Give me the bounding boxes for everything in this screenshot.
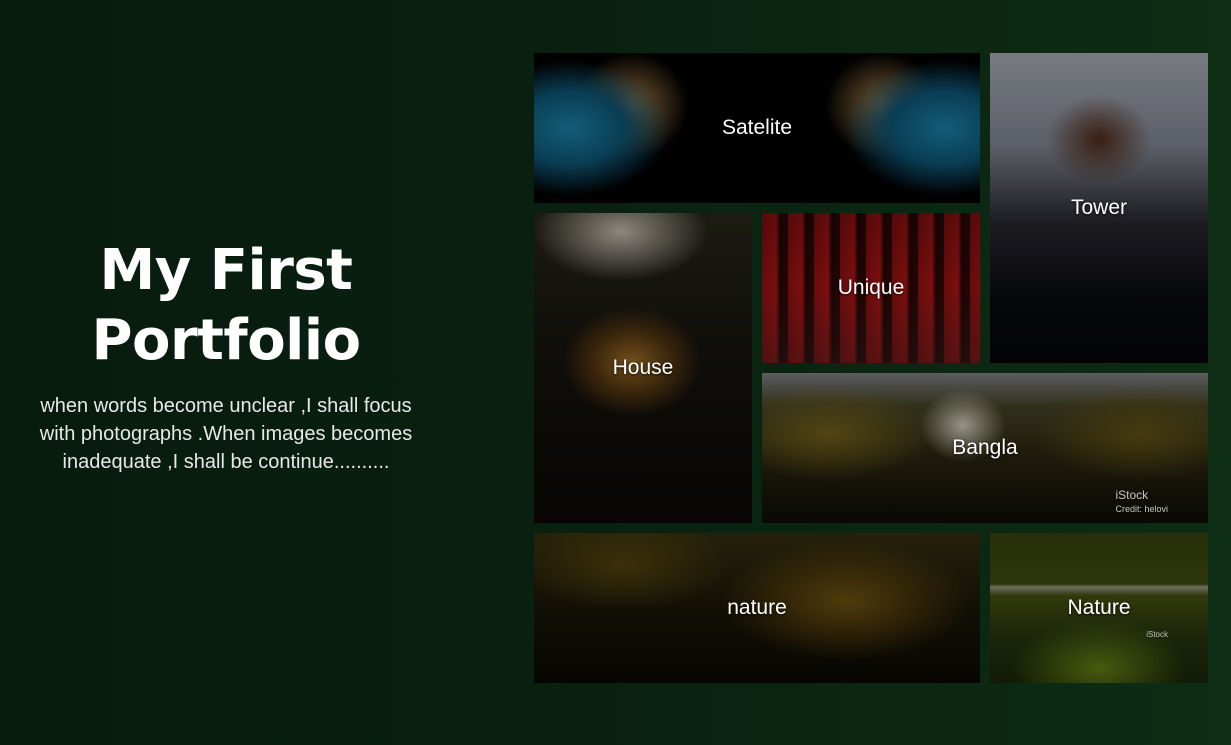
tile-label: Unique: [837, 276, 905, 299]
gallery-tile-nature[interactable]: nature: [534, 533, 980, 683]
gallery-tile-unique[interactable]: Unique: [762, 213, 980, 363]
gallery-tile-bangla[interactable]: Bangla iStock Credit: helovi: [762, 373, 1208, 523]
gallery-tile-tower[interactable]: Tower: [990, 53, 1208, 363]
watermark-brand: iStock: [1115, 488, 1149, 502]
intro-section: My First Portfolio when words become unc…: [20, 236, 432, 476]
tile-label: House: [612, 356, 674, 379]
tile-label: Nature: [1067, 596, 1131, 619]
image-watermark: iStock Credit: helovi: [1115, 489, 1168, 515]
intro-description: when words become unclear ,I shall focus…: [39, 395, 413, 473]
tile-label: Satelite: [721, 116, 793, 139]
gallery-tile-house[interactable]: House: [534, 213, 752, 523]
tile-label: Tower: [1070, 196, 1128, 219]
tile-label: nature: [727, 596, 787, 619]
image-watermark: iStock: [1146, 630, 1168, 639]
gallery-tile-satelite[interactable]: Satelite: [534, 53, 980, 203]
page-title: My First Portfolio: [91, 238, 361, 373]
tile-label: Bangla: [952, 436, 1018, 459]
watermark-credit: Credit: helovi: [1115, 504, 1168, 514]
photo-gallery: Satelite Tower House Unique Bangla iStoc…: [534, 53, 1209, 683]
gallery-tile-nature-2[interactable]: Nature iStock: [990, 533, 1208, 683]
